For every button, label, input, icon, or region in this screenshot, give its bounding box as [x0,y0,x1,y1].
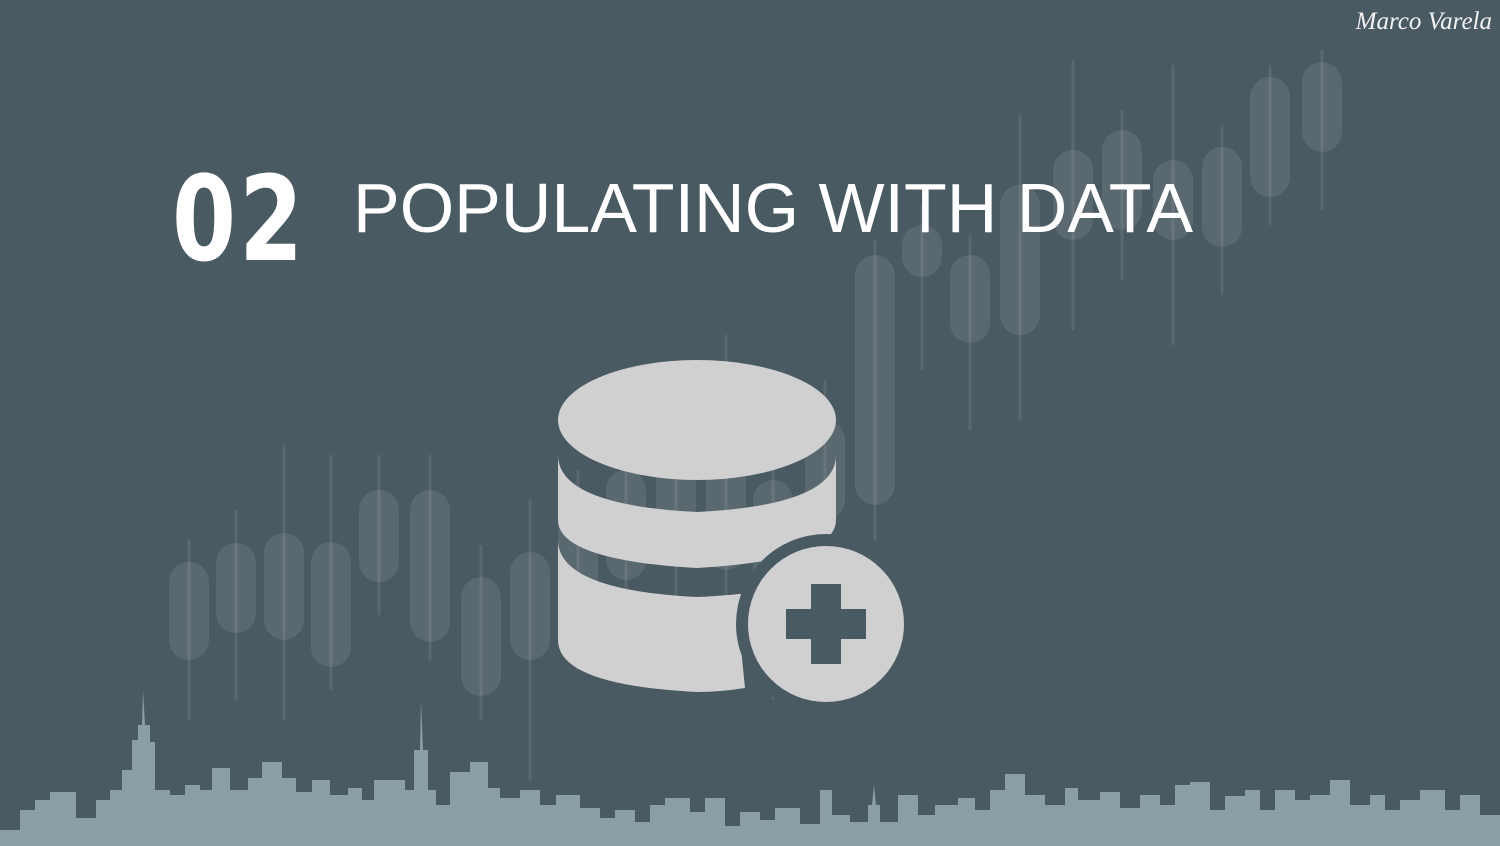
author-signature: Marco Varela [1355,8,1492,35]
section-title: POPULATING WITH DATA [353,169,1194,247]
section-number: 02 [172,150,307,288]
slide: Marco Varela 02 POPULATING WITH DATA [0,0,1500,846]
database-add-icon [558,360,913,707]
